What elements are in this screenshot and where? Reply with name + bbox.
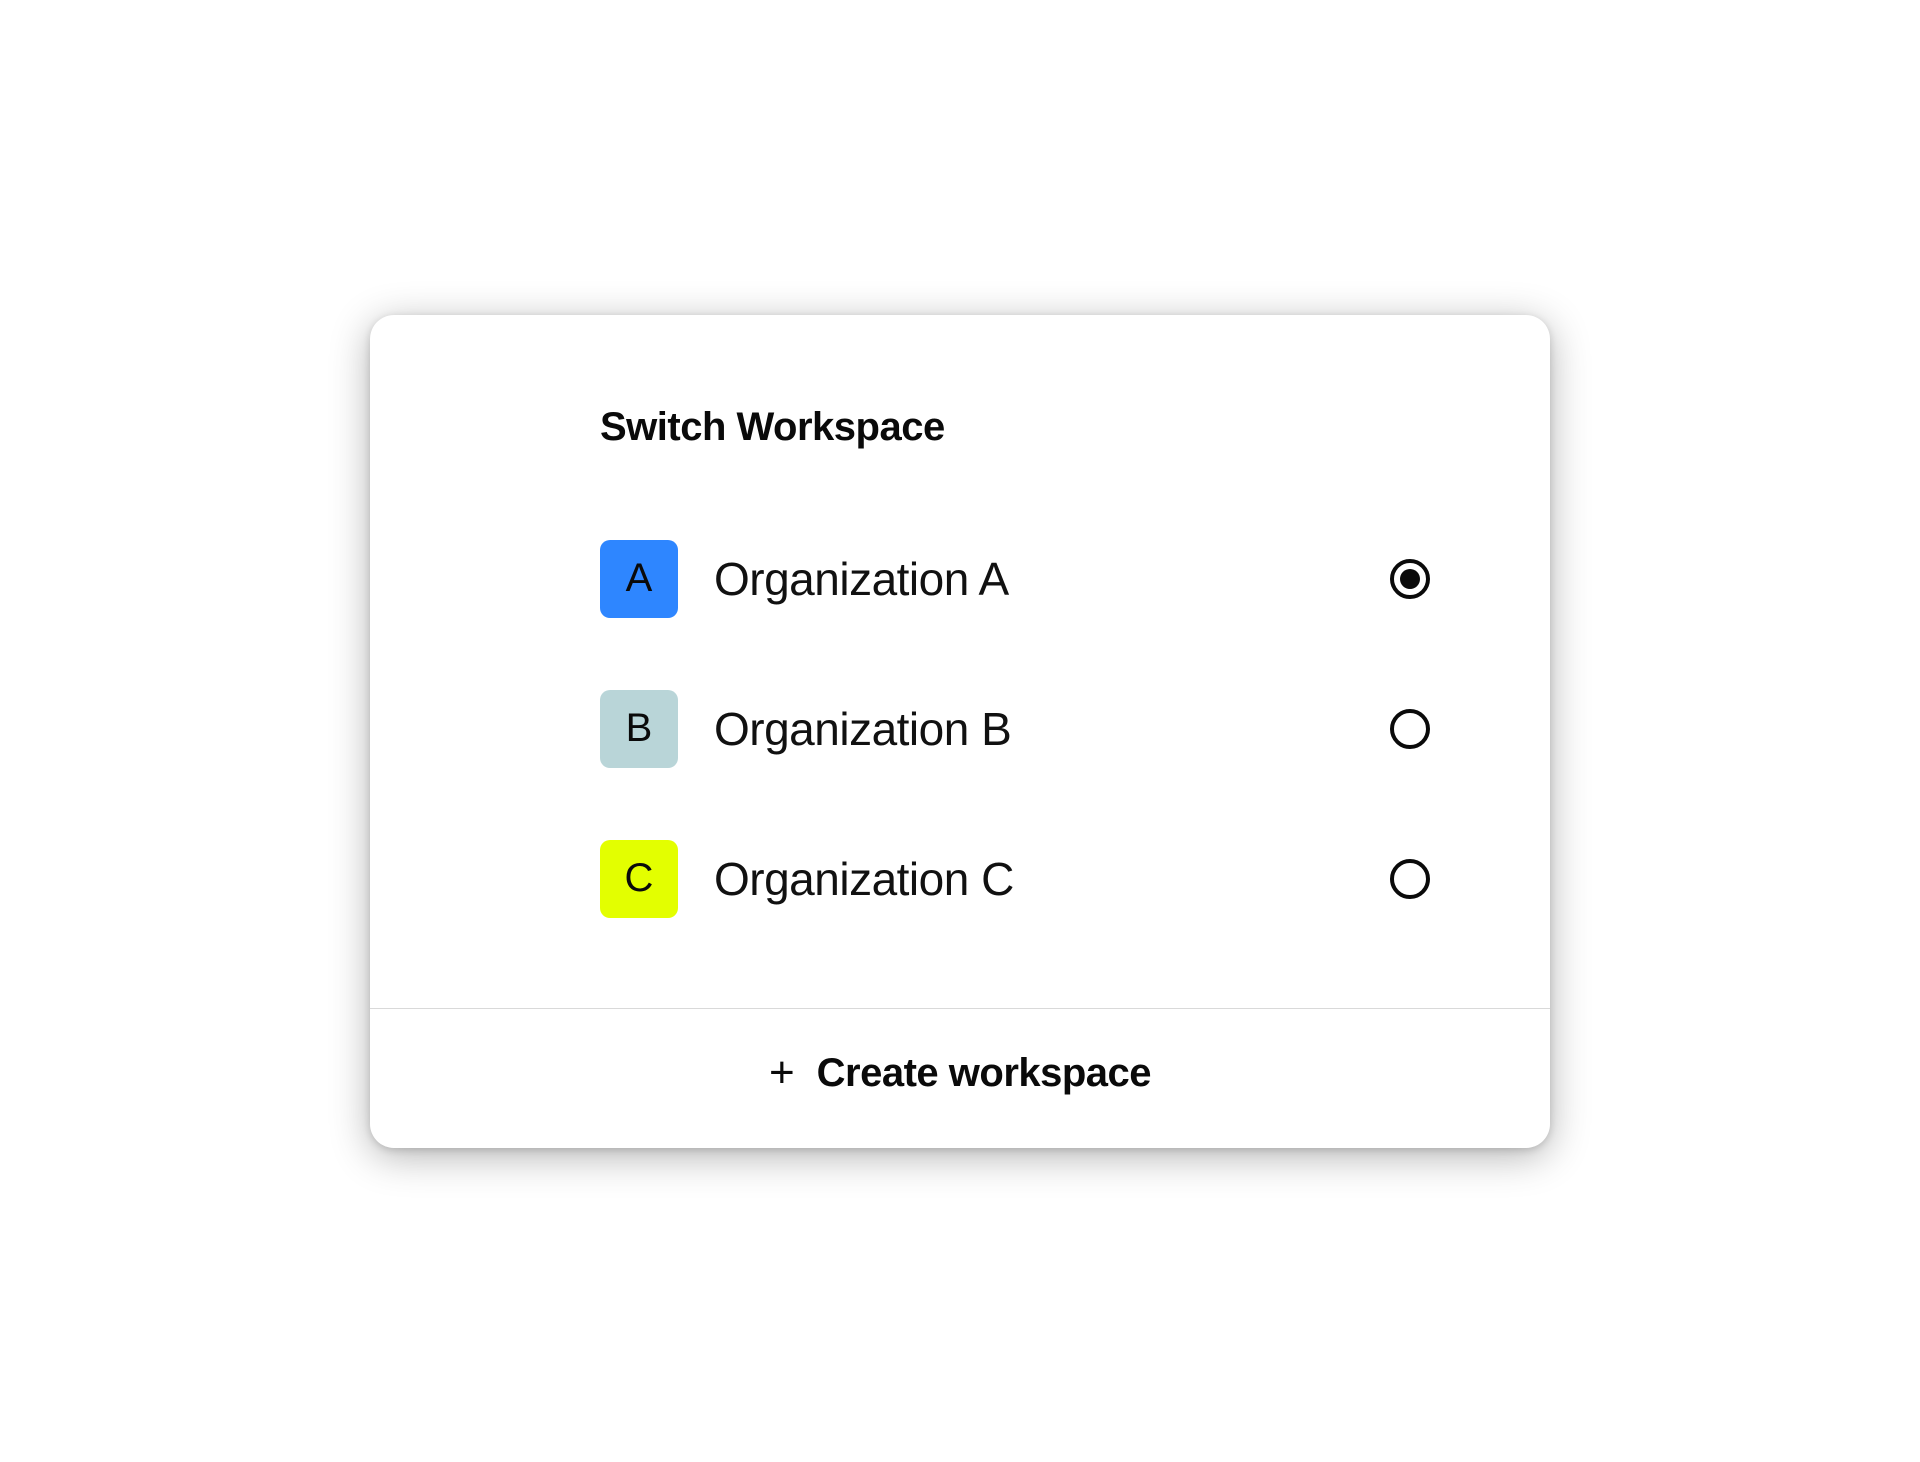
workspace-name: Organization A — [714, 552, 1390, 606]
switch-workspace-card: Switch Workspace A Organization A B Orga… — [370, 315, 1550, 1148]
workspace-avatar: B — [600, 690, 678, 768]
workspace-avatar: C — [600, 840, 678, 918]
workspace-item-c[interactable]: C Organization C — [600, 840, 1440, 918]
create-workspace-label: Create workspace — [817, 1051, 1151, 1096]
card-body: Switch Workspace A Organization A B Orga… — [370, 315, 1550, 918]
radio-dot-icon — [1400, 569, 1420, 589]
workspace-list: A Organization A B Organization B C Orga… — [600, 540, 1440, 918]
workspace-name: Organization C — [714, 852, 1390, 906]
create-workspace-button[interactable]: + Create workspace — [370, 1009, 1550, 1148]
card-title: Switch Workspace — [600, 405, 1440, 450]
workspace-item-a[interactable]: A Organization A — [600, 540, 1440, 618]
workspace-avatar: A — [600, 540, 678, 618]
radio-selected-icon[interactable] — [1390, 559, 1430, 599]
radio-unselected-icon[interactable] — [1390, 709, 1430, 749]
workspace-name: Organization B — [714, 702, 1390, 756]
radio-unselected-icon[interactable] — [1390, 859, 1430, 899]
workspace-item-b[interactable]: B Organization B — [600, 690, 1440, 768]
plus-icon: + — [769, 1051, 795, 1095]
